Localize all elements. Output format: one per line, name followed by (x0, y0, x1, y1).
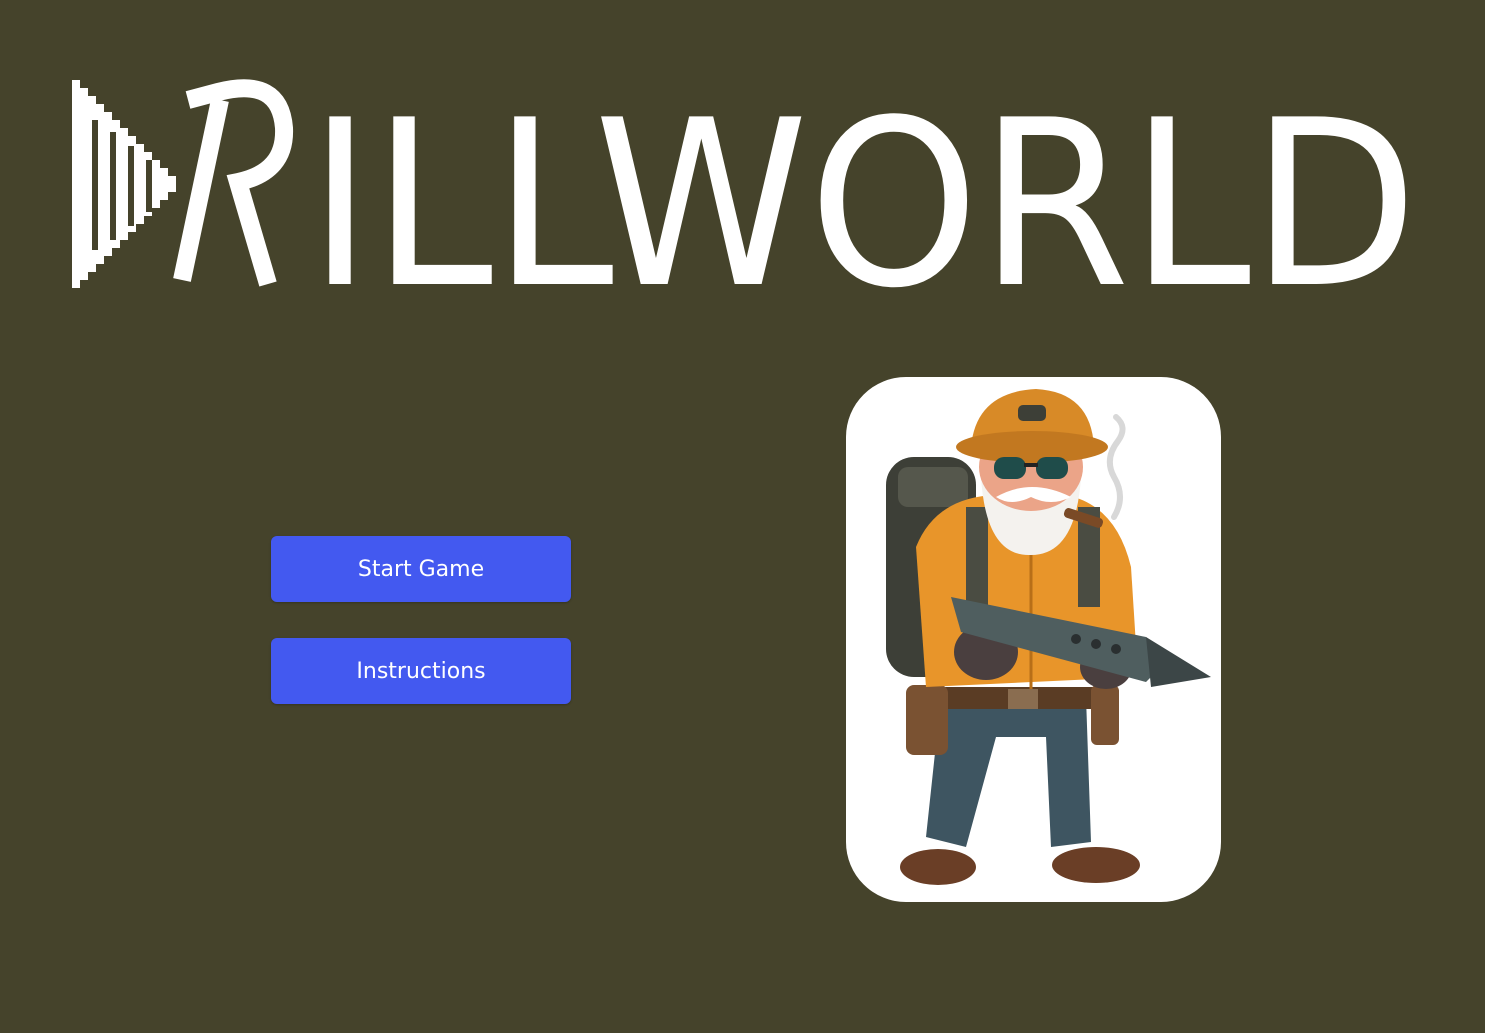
game-title-logo: ILLWORLD (70, 70, 1422, 298)
drill-bit-logo-icon: ILLWORLD (72, 72, 1418, 298)
character-portrait-card (846, 377, 1221, 902)
miner-character-portrait (886, 389, 1211, 885)
logo-text: ILLWORLD (308, 72, 1418, 298)
start-game-button[interactable]: Start Game (271, 536, 571, 602)
instructions-button[interactable]: Instructions (271, 638, 571, 704)
main-menu: Start Game Instructions (271, 536, 571, 740)
